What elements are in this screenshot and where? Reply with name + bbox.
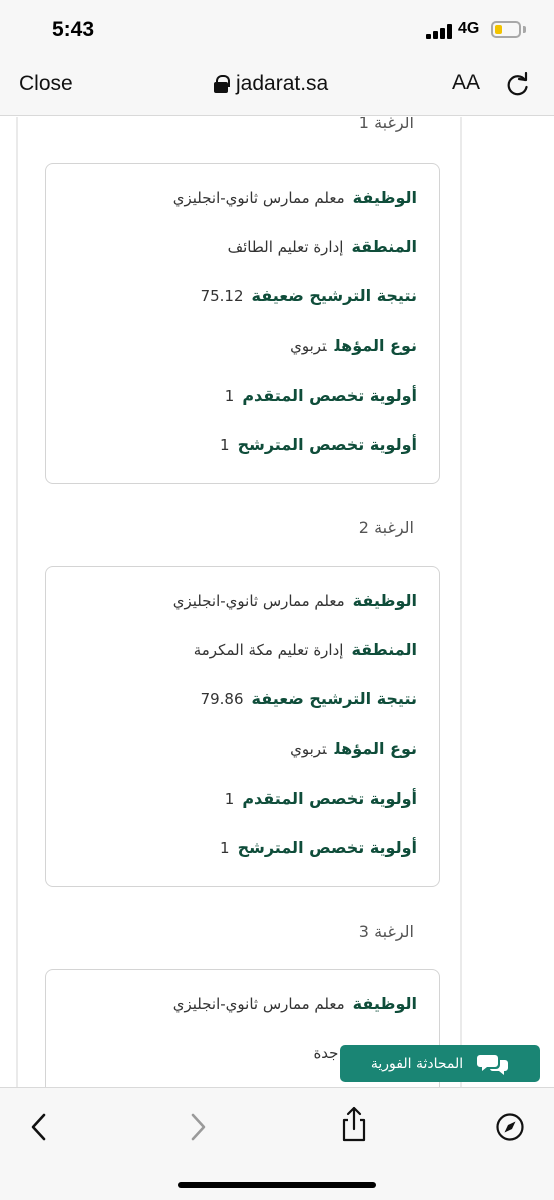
field-candidate-priority: أولوية تخصص المترشح 1 xyxy=(220,838,417,857)
field-value: 1 xyxy=(220,839,230,857)
field-value: معلم ممارس ثانوي-انجليزي xyxy=(172,189,345,207)
reload-icon[interactable] xyxy=(505,72,531,98)
field-value: 1 xyxy=(224,387,235,405)
field-value: 75.12 xyxy=(200,287,244,305)
field-label: المنطقة xyxy=(351,237,417,256)
battery-icon xyxy=(491,21,521,38)
field-label: نوع المؤهل xyxy=(334,739,417,758)
network-type: 4G xyxy=(458,20,480,37)
signal-icon xyxy=(426,23,454,39)
field-label: أولوية تخصص المتقدم xyxy=(242,789,417,808)
status-time: 5:43 xyxy=(52,18,95,41)
field-job: الوظيفة معلم ممارس ثانوي-انجليزي xyxy=(173,591,417,610)
field-result: نتيجة الترشيح ضعيفة 79.86 xyxy=(201,689,417,708)
choice-2-card: الوظيفة معلم ممارس ثانوي-انجليزي المنطقة إ… xyxy=(45,566,440,887)
battery-tip xyxy=(523,26,526,33)
field-result: نتيجة الترشيح ضعيفة 75.12 xyxy=(201,286,417,305)
field-value: 1 xyxy=(220,436,230,454)
field-label: الوظيفة xyxy=(352,994,417,1013)
field-qualification: نوع المؤهل تربوي xyxy=(290,739,417,758)
browser-url-bar: Close jadarat.sa AA xyxy=(0,58,554,116)
field-applicant-priority: أولوية تخصص المتقدم 1 xyxy=(225,386,417,405)
address-field[interactable]: jadarat.sa xyxy=(214,72,328,96)
field-label: الوظيفة xyxy=(352,188,417,207)
field-value: تربوي xyxy=(290,740,327,758)
battery-level xyxy=(495,25,502,34)
field-value: إدارة تعليم الطائف xyxy=(227,238,344,256)
choice-1-label: الرغبة 1 xyxy=(358,117,414,132)
choice-2-label: الرغبة 2 xyxy=(358,518,414,537)
field-label: نوع المؤهل xyxy=(334,336,417,355)
field-region: المنطقة إدارة تعليم الطائف xyxy=(228,237,417,256)
field-region: المنطقة إدارة تعليم مكة المكرمة xyxy=(194,640,417,659)
field-value: 1 xyxy=(224,790,235,808)
field-qualification: نوع المؤهل تربوي xyxy=(290,336,417,355)
field-label: الوظيفة xyxy=(352,591,417,610)
field-value: معلم ممارس ثانوي-انجليزي xyxy=(172,995,345,1013)
choice-3-label: الرغبة 3 xyxy=(358,922,414,941)
live-chat-label: المحادثة الفورية xyxy=(370,1055,464,1072)
field-label: أولوية تخصص المترشح xyxy=(237,838,417,857)
field-label: المنطقة xyxy=(351,640,417,659)
field-job: الوظيفة معلم ممارس ثانوي-انجليزي xyxy=(173,994,417,1013)
back-icon[interactable] xyxy=(24,1110,54,1144)
home-indicator xyxy=(178,1182,376,1188)
field-label: أولوية تخصص المتقدم xyxy=(242,386,417,405)
choice-1-card: الوظيفة معلم ممارس ثانوي-انجليزي المنطقة إ… xyxy=(45,163,440,484)
field-value: معلم ممارس ثانوي-انجليزي xyxy=(172,592,345,610)
share-icon[interactable] xyxy=(339,1106,369,1144)
compass-icon[interactable] xyxy=(495,1110,525,1144)
close-button[interactable]: Close xyxy=(19,72,73,96)
field-applicant-priority: أولوية تخصص المتقدم 1 xyxy=(225,789,417,808)
field-job: الوظيفة معلم ممارس ثانوي-انجليزي xyxy=(173,188,417,207)
live-chat-button[interactable]: المحادثة الفورية xyxy=(340,1045,540,1082)
field-label: نتيجة الترشيح ضعيفة xyxy=(251,689,417,708)
status-bar: 5:43 4G xyxy=(0,0,554,58)
field-candidate-priority: أولوية تخصص المترشح 1 xyxy=(220,435,417,454)
text-size-button[interactable]: AA xyxy=(452,71,480,95)
url-text: jadarat.sa xyxy=(236,72,329,95)
lock-icon xyxy=(214,75,230,93)
field-label: نتيجة الترشيح ضعيفة xyxy=(251,286,417,305)
field-value: تربوي xyxy=(290,337,327,355)
chat-bubbles-icon xyxy=(477,1054,509,1075)
field-label: أولوية تخصص المترشح xyxy=(237,435,417,454)
text-size-label: AA xyxy=(452,71,481,94)
field-value: إدارة تعليم مكة المكرمة xyxy=(193,641,344,659)
forward-icon[interactable] xyxy=(183,1110,213,1144)
page-content[interactable]: الرغبة 1 الوظيفة معلم ممارس ثانوي-انجليزي… xyxy=(0,117,554,1087)
field-value: 79.86 xyxy=(200,690,244,708)
